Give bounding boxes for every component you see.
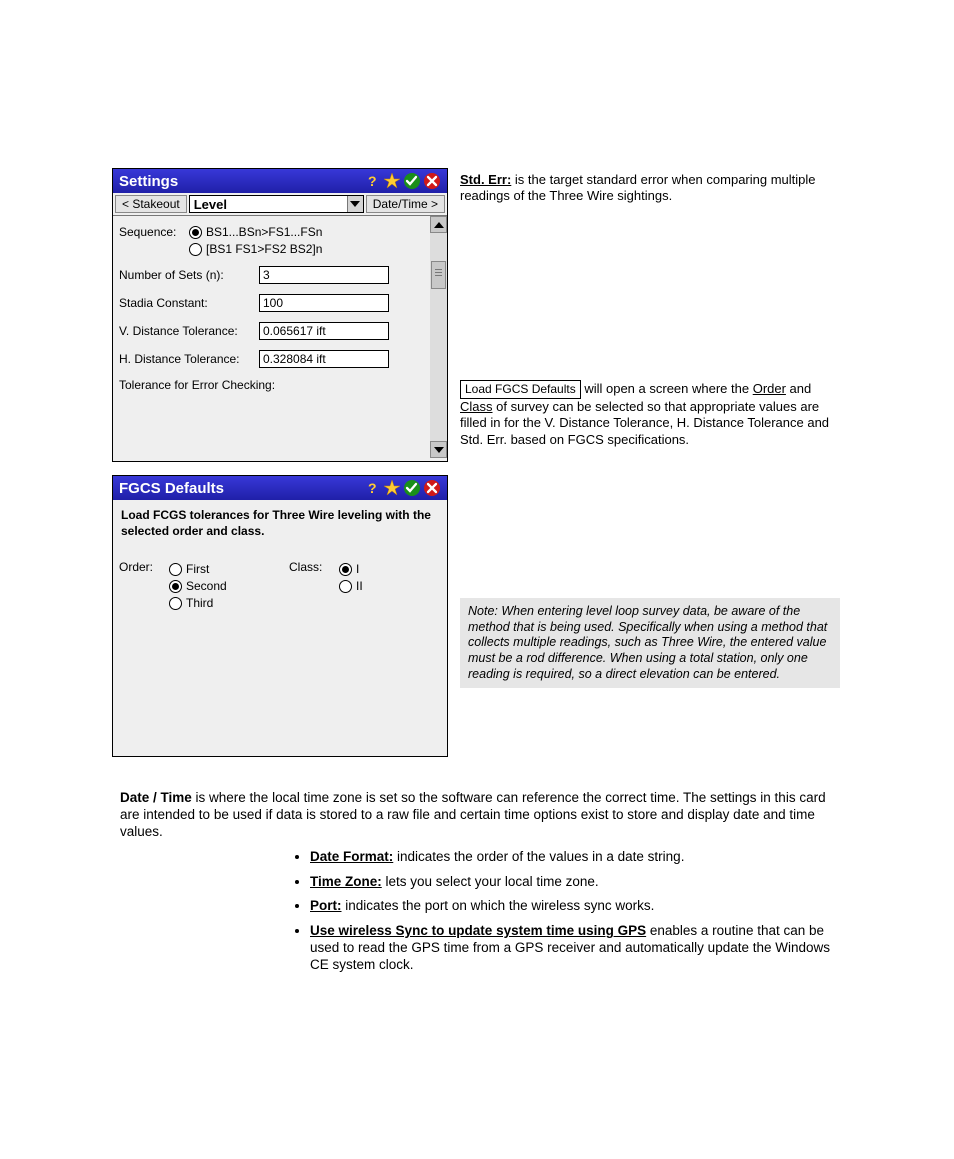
scroll-up-icon[interactable] — [430, 216, 447, 233]
svg-text:?: ? — [368, 480, 377, 496]
note-box: Note: When entering level loop survey da… — [460, 598, 840, 688]
scroll-down-icon[interactable] — [430, 441, 447, 458]
svg-text:?: ? — [368, 173, 377, 189]
forward-button[interactable]: Date/Time > — [366, 195, 445, 213]
order-second-radio[interactable] — [169, 580, 182, 593]
category-value: Level — [194, 197, 227, 212]
settings-window: Settings ? < Stakeout Level Date/Ti — [112, 168, 448, 462]
sequence-opt2-label: [BS1 FS1>FS2 BS2]n — [206, 242, 322, 256]
class-label: Class: — [289, 559, 339, 613]
fgcs-title: FGCS Defaults — [119, 480, 361, 497]
load-class: Class — [460, 399, 493, 414]
back-button[interactable]: < Stakeout — [115, 195, 187, 213]
stderr-body: is the target standard error when compar… — [460, 172, 816, 203]
sequence-radio-2[interactable] — [189, 243, 202, 256]
hdt-input[interactable] — [259, 350, 389, 368]
close-icon[interactable] — [423, 172, 441, 190]
close-icon[interactable] — [423, 479, 441, 497]
load-body: will open a screen where the — [581, 381, 753, 396]
order-first-radio[interactable] — [169, 563, 182, 576]
fgcs-titlebar: FGCS Defaults ? — [113, 476, 447, 500]
vdt-input[interactable] — [259, 322, 389, 340]
sequence-opt1-label: BS1...BSn>FS1...FSn — [206, 225, 322, 239]
order-label: Order: — [119, 559, 169, 613]
bullet-4: Use wireless Sync to update system time … — [310, 923, 840, 974]
stderr-heading: Std. Err: — [460, 172, 511, 187]
load-defaults-button-label: Load FGCS Defaults — [460, 380, 581, 399]
settings-titlebar: Settings ? — [113, 169, 447, 193]
stadia-input[interactable] — [259, 294, 389, 312]
datetime-heading: Date / Time — [120, 790, 192, 805]
doc-note: Note: When entering level loop survey da… — [460, 598, 840, 688]
load-body2: of survey can be selected so that approp… — [460, 399, 829, 447]
vertical-scrollbar[interactable] — [430, 216, 447, 458]
order-third-radio[interactable] — [169, 597, 182, 610]
chevron-down-icon — [347, 196, 363, 212]
order-first-label: First — [186, 562, 209, 576]
numsets-label: Number of Sets (n): — [119, 268, 259, 282]
star-icon[interactable] — [383, 479, 401, 497]
order-third-label: Third — [186, 596, 213, 610]
sequence-label: Sequence: — [119, 225, 189, 239]
bullet-list: Date Format: indicates the order of the … — [310, 849, 840, 974]
load-order: Order — [753, 381, 786, 396]
class-i-radio[interactable] — [339, 563, 352, 576]
fgcs-description: Load FCGS tolerances for Three Wire leve… — [121, 508, 439, 539]
settings-toolbar: < Stakeout Level Date/Time > — [113, 193, 447, 216]
star-icon[interactable] — [383, 172, 401, 190]
sequence-radio-1[interactable] — [189, 226, 202, 239]
settings-title: Settings — [119, 173, 361, 190]
bullet-3: Port: indicates the port on which the wi… — [310, 898, 840, 915]
hdt-label: H. Distance Tolerance: — [119, 352, 259, 366]
class-ii-radio[interactable] — [339, 580, 352, 593]
bullet-1: Date Format: indicates the order of the … — [310, 849, 840, 866]
ok-icon[interactable] — [403, 479, 421, 497]
class-i-label: I — [356, 562, 359, 576]
ok-icon[interactable] — [403, 172, 421, 190]
datetime-body: is where the local time zone is set so t… — [120, 790, 826, 839]
stadia-label: Stadia Constant: — [119, 296, 259, 310]
order-second-label: Second — [186, 579, 227, 593]
help-icon[interactable]: ? — [363, 172, 381, 190]
doc-right-1: Std. Err: is the target standard error w… — [460, 172, 840, 205]
scroll-thumb[interactable] — [431, 261, 446, 289]
help-icon[interactable]: ? — [363, 479, 381, 497]
load-and: and — [786, 381, 811, 396]
doc-right-2: Load FGCS Defaults will open a screen wh… — [460, 380, 840, 448]
tolerr-label: Tolerance for Error Checking: — [119, 378, 275, 392]
vdt-label: V. Distance Tolerance: — [119, 324, 259, 338]
doc-bottom: Date / Time is where the local time zone… — [120, 790, 840, 982]
fgcs-window: FGCS Defaults ? Load FCGS tolerances for… — [112, 475, 448, 757]
numsets-input[interactable] — [259, 266, 389, 284]
class-ii-label: II — [356, 579, 363, 593]
category-dropdown[interactable]: Level — [189, 195, 364, 213]
bullet-2: Time Zone: lets you select your local ti… — [310, 874, 840, 891]
